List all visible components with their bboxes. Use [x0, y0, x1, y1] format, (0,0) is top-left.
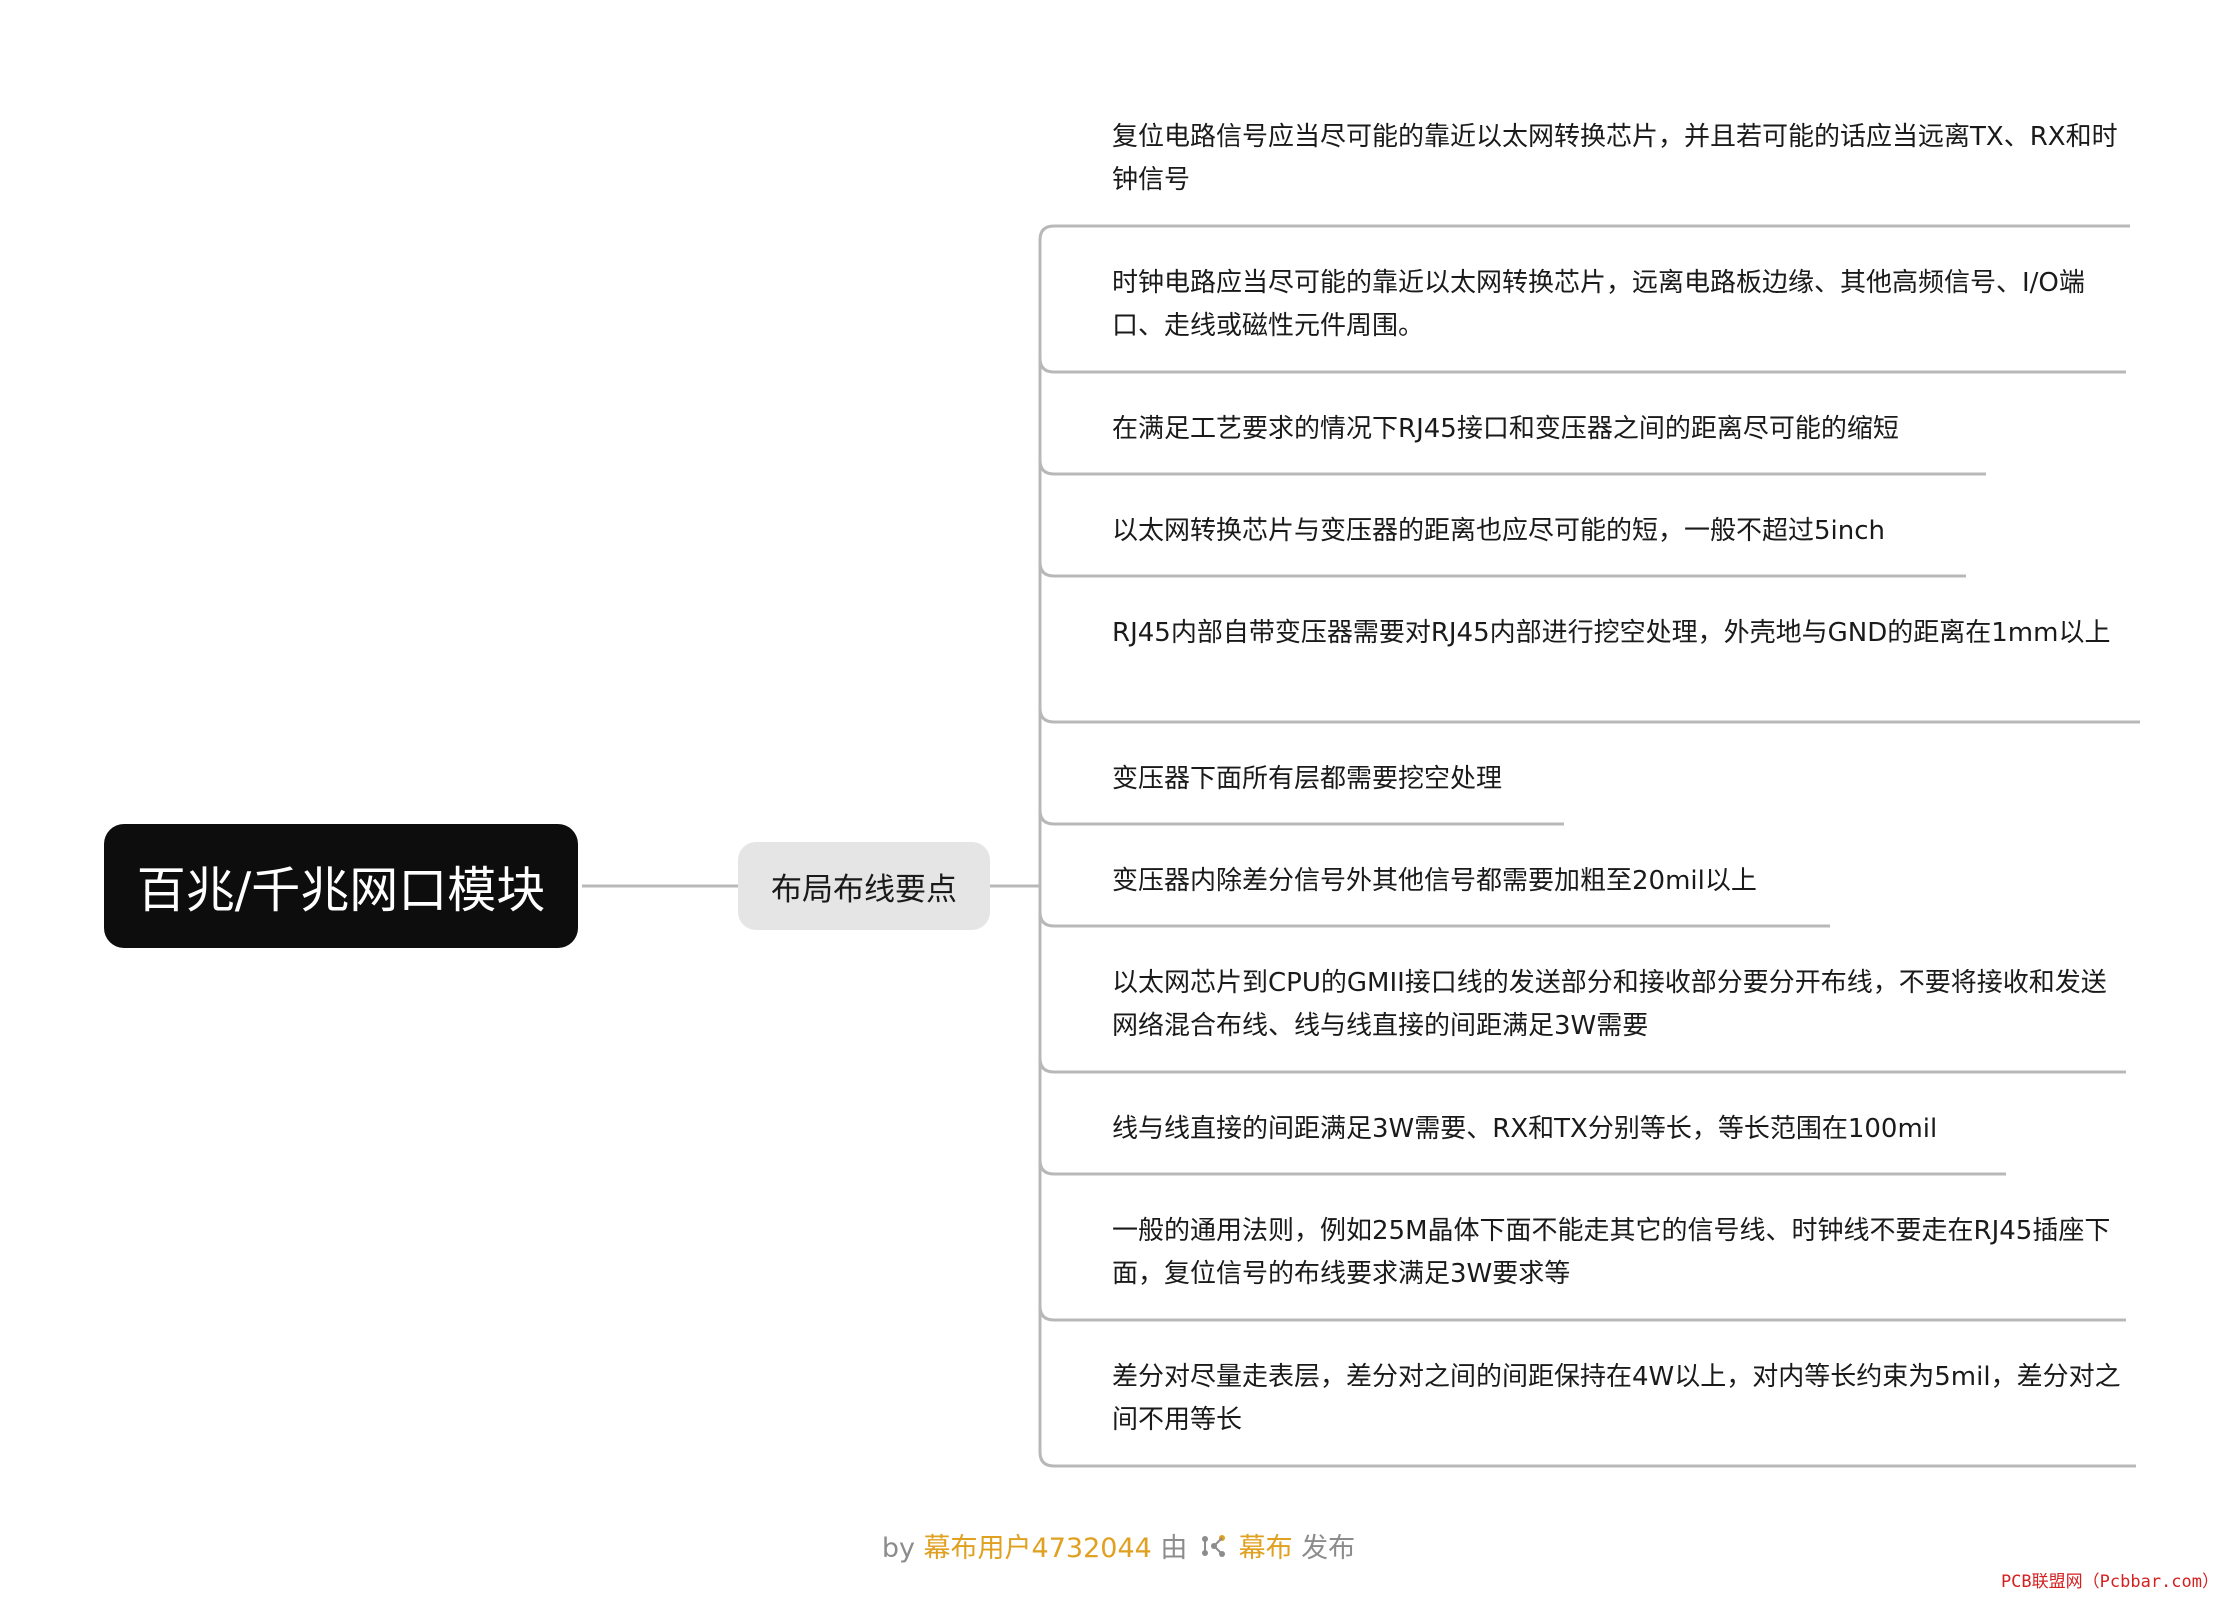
leaf-underline — [1038, 911, 1830, 928]
leaf-node[interactable]: 复位电路信号应当尽可能的靠近以太网转换芯片，并且若可能的话应当远离TX、RX和时… — [1112, 116, 2122, 202]
leaf-node[interactable]: 变压器内除差分信号外其他信号都需要加粗至20mil以上 — [1112, 860, 2122, 903]
footer-via: 由 — [1160, 1533, 1188, 1564]
branch-node-label: 布局布线要点 — [771, 871, 957, 908]
leaf-node[interactable]: 差分对尽量走表层，差分对之间的间距保持在4W以上，对内等长约束为5mil，差分对… — [1112, 1356, 2122, 1442]
leaf-underline — [1038, 809, 1564, 826]
leaf-underline — [1038, 1159, 2006, 1176]
root-node-label: 百兆/千兆网口模块 — [136, 861, 546, 919]
footer-credit: by 幕布用户4732044 由 幕布 发布 — [0, 1526, 2237, 1566]
leaf-node[interactable]: 以太网芯片到CPU的GMII接口线的发送部分和接收部分要分开布线，不要将接收和发… — [1112, 962, 2122, 1048]
leaf-underline — [1038, 707, 2140, 724]
leaf-underline — [1038, 224, 2130, 241]
footer-by: by — [881, 1533, 915, 1564]
leaf-underline — [1038, 1305, 2126, 1322]
leaf-underline — [1038, 357, 2126, 374]
leaf-node[interactable]: 在满足工艺要求的情况下RJ45接口和变压器之间的距离尽可能的缩短 — [1112, 408, 2122, 451]
leaf-node[interactable]: 时钟电路应当尽可能的靠近以太网转换芯片，远离电路板边缘、其他高频信号、I/O端口… — [1112, 262, 2122, 348]
leaf-node[interactable]: 变压器下面所有层都需要挖空处理 — [1112, 758, 2122, 801]
footer-brand-link[interactable]: 幕布 — [1239, 1533, 1293, 1564]
mubu-logo-icon — [1200, 1533, 1226, 1566]
leaf-underline — [1038, 1451, 2136, 1468]
leaf-underline — [1038, 561, 1966, 578]
leaf-underline — [1038, 459, 1986, 476]
root-node[interactable]: 百兆/千兆网口模块 — [104, 824, 578, 948]
leaf-node[interactable]: 一般的通用法则，例如25M晶体下面不能走其它的信号线、时钟线不要走在RJ45插座… — [1112, 1210, 2122, 1296]
branch-node[interactable]: 布局布线要点 — [738, 842, 990, 930]
leaf-node[interactable]: 线与线直接的间距满足3W需要、RX和TX分别等长，等长范围在100mil — [1112, 1108, 2122, 1151]
footer-publish: 发布 — [1301, 1533, 1356, 1564]
watermark: PCB联盟网（Pcbbar.com） — [2000, 1572, 2219, 1592]
leaf-node[interactable]: RJ45内部自带变压器需要对RJ45内部进行挖空处理，外壳地与GND的距离在1m… — [1112, 612, 2122, 655]
footer-user-link[interactable]: 幕布用户4732044 — [924, 1533, 1152, 1564]
leaf-node[interactable]: 以太网转换芯片与变压器的距离也应尽可能的短，一般不超过5inch — [1112, 510, 2122, 553]
mindmap-canvas: 百兆/千兆网口模块 布局布线要点 复位电路信号应当尽可能的靠近以太网转换芯片，并… — [0, 0, 2237, 1598]
leaf-underline — [1038, 1057, 2126, 1074]
